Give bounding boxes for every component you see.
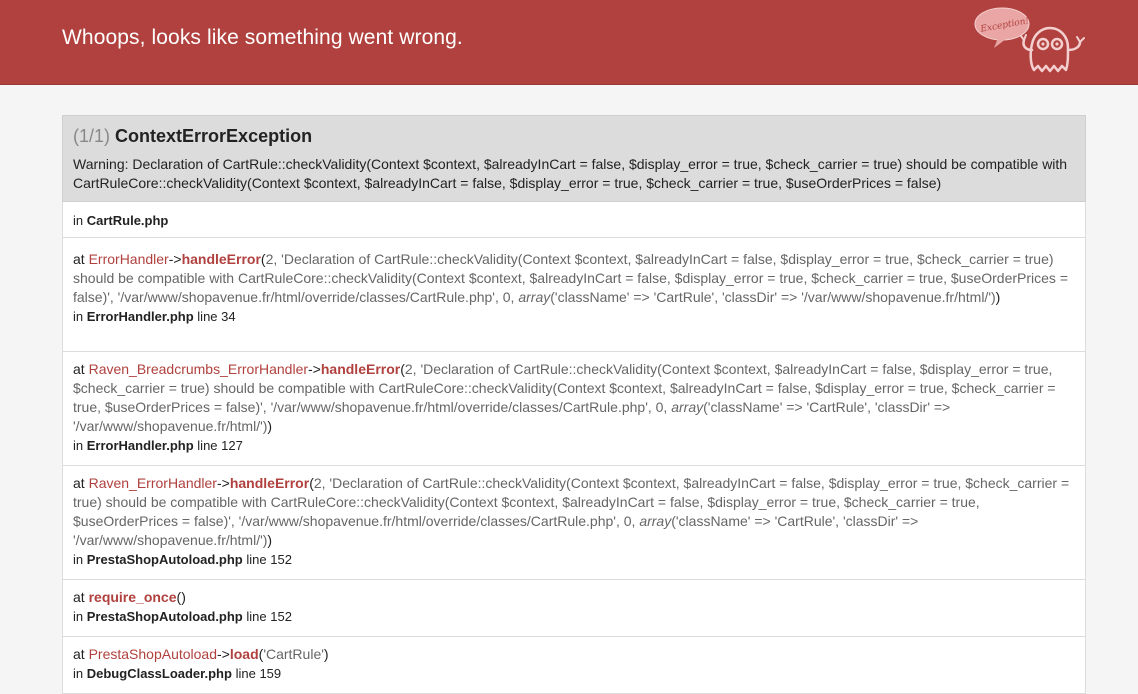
- stack-frame: at Raven_ErrorHandler->handleError(2, 'D…: [62, 466, 1086, 580]
- frame-in-label: in: [73, 609, 84, 624]
- frame-file: PrestaShopAutoload.php: [86, 552, 243, 567]
- frame-line-label: line: [235, 666, 256, 681]
- frame-at-label: at: [73, 646, 85, 662]
- frame-call: at Raven_Breadcrumbs_ErrorHandler->handl…: [73, 360, 1075, 436]
- frame-line-number: 152: [270, 609, 292, 624]
- frame-close-paren: ): [267, 532, 273, 548]
- frame-line-label: line: [197, 438, 218, 453]
- exception-heading: (1/1) ContextErrorException: [73, 125, 1075, 147]
- frame-args-keyword: array: [518, 289, 551, 305]
- frame-function: require_once: [88, 589, 177, 605]
- frame-close-paren: ): [181, 589, 186, 605]
- frame-location: in PrestaShopAutoload.php line 152: [73, 550, 1075, 569]
- frame-in-label: in: [73, 213, 84, 228]
- frame-in-label: in: [73, 438, 84, 453]
- frame-in-label: in: [73, 552, 84, 567]
- error-header: Whoops, looks like something went wrong.…: [0, 0, 1138, 85]
- frame-at-label: at: [73, 251, 85, 267]
- frame-call: at PrestaShopAutoload->load('CartRule'): [73, 645, 1075, 664]
- frame-location: in CartRule.php: [73, 211, 1075, 230]
- frame-call: at ErrorHandler->handleError(2, 'Declara…: [73, 250, 1075, 307]
- frame-class: Raven_ErrorHandler: [88, 475, 217, 491]
- frame-arrow: ->: [308, 361, 321, 377]
- frame-function: load: [229, 646, 259, 662]
- frame-close-paren: ): [323, 646, 329, 662]
- frame-class: Raven_Breadcrumbs_ErrorHandler: [88, 361, 309, 377]
- frame-line-label: line: [246, 609, 267, 624]
- frame-function: handleError: [229, 475, 310, 491]
- frame-function: handleError: [181, 251, 261, 267]
- frame-args: 'CartRule': [263, 646, 324, 662]
- frame-file: ErrorHandler.php: [86, 309, 194, 324]
- frame-in-label: in: [73, 309, 84, 324]
- stack-frame: in CartRule.php: [62, 202, 1086, 238]
- frame-at-label: at: [73, 475, 85, 491]
- frame-line-number: 159: [259, 666, 282, 681]
- page-title: Whoops, looks like something went wrong.: [62, 26, 463, 49]
- frame-args-keyword: array: [639, 513, 672, 529]
- exception-counter: (1/1): [73, 126, 111, 146]
- frame-line-number: 34: [221, 309, 236, 324]
- frame-location: in ErrorHandler.php line 127: [73, 436, 1075, 455]
- stack-frame: at PrestaShopAutoload->load('CartRule') …: [62, 637, 1086, 694]
- frame-arrow: ->: [217, 646, 230, 662]
- frame-file: CartRule.php: [86, 213, 169, 228]
- frame-file: DebugClassLoader.php: [86, 666, 232, 681]
- frame-line-number: 152: [270, 552, 292, 567]
- exception-message: Warning: Declaration of CartRule::checkV…: [73, 156, 1068, 191]
- frame-arrow: ->: [216, 475, 230, 491]
- frame-in-label: in: [73, 666, 84, 681]
- frame-line-label: line: [197, 309, 218, 324]
- frame-call: at require_once(): [73, 588, 1075, 607]
- exception-summary: (1/1) ContextErrorException Warning: Dec…: [62, 115, 1086, 202]
- stack-frame: at ErrorHandler->handleError(2, 'Declara…: [62, 238, 1086, 352]
- frame-arrow: ->: [168, 251, 182, 267]
- frame-class: ErrorHandler: [88, 251, 169, 267]
- frame-args-keyword: array: [671, 399, 704, 415]
- frame-args-rest: ('className' => 'CartRule', 'classDir' =…: [550, 289, 996, 305]
- frame-class: PrestaShopAutoload: [88, 646, 218, 662]
- frame-at-label: at: [73, 589, 85, 605]
- exception-ghost-icon: Exception!: [974, 7, 1085, 73]
- frame-location: in PrestaShopAutoload.php line 152: [73, 607, 1075, 626]
- stack-frame: at require_once() in PrestaShopAutoload.…: [62, 580, 1086, 637]
- frame-location: in ErrorHandler.php line 34: [73, 307, 1075, 326]
- frame-close-paren: ): [995, 289, 1001, 305]
- stack-frame: at Raven_Breadcrumbs_ErrorHandler->handl…: [62, 352, 1086, 466]
- frame-close-paren: ): [267, 418, 273, 434]
- frame-line-label: line: [246, 552, 267, 567]
- frame-location: in DebugClassLoader.php line 159: [73, 664, 1075, 683]
- exception-content: (1/1) ContextErrorException Warning: Dec…: [62, 115, 1086, 694]
- frame-file: PrestaShopAutoload.php: [86, 609, 243, 624]
- frame-at-label: at: [73, 361, 85, 377]
- frame-line-number: 127: [221, 438, 243, 453]
- frame-function: handleError: [320, 361, 401, 377]
- frame-file: ErrorHandler.php: [86, 438, 194, 453]
- exception-class: ContextErrorException: [115, 126, 313, 146]
- frame-call: at Raven_ErrorHandler->handleError(2, 'D…: [73, 474, 1075, 550]
